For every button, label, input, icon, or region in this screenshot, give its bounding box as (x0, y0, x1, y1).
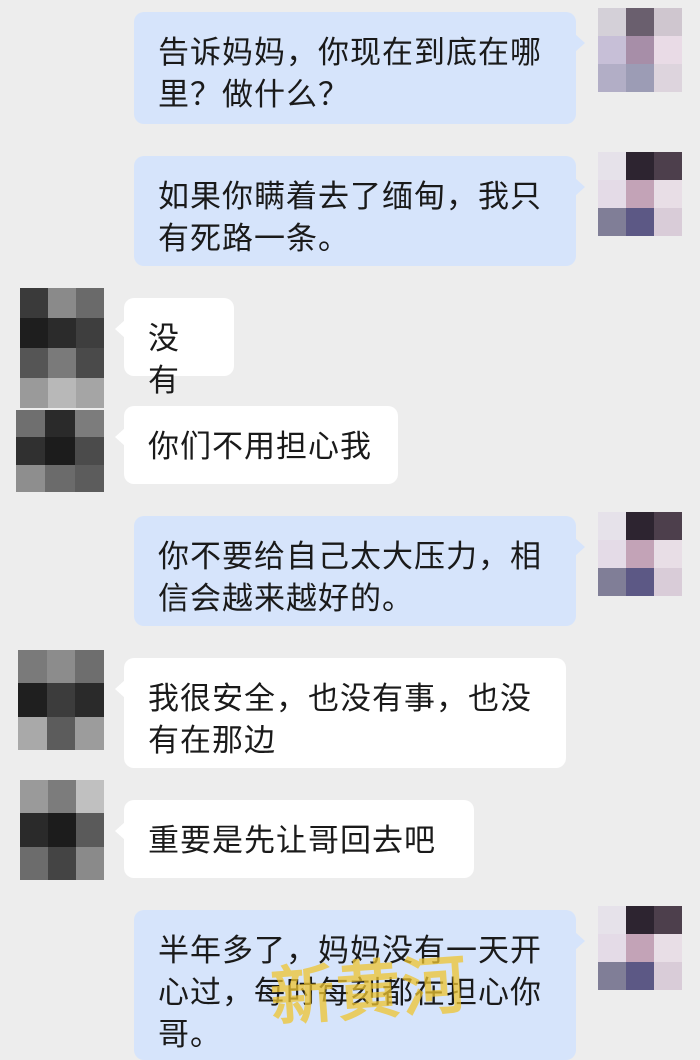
incoming-message-bubble[interactable]: 重要是先让哥回去吧 (115, 800, 474, 878)
bubble-tail (115, 428, 125, 446)
message-text: 你们不用担心我 (148, 429, 372, 465)
outgoing-message-bubble[interactable]: 你不要给自己太大压力，相信会越来越好的。 (134, 516, 585, 626)
son-avatar[interactable] (20, 780, 104, 880)
son-avatar[interactable] (16, 410, 104, 492)
bubble-tail (115, 680, 125, 698)
message-text: 重要是先让哥回去吧 (148, 823, 436, 859)
mother-avatar[interactable] (598, 8, 682, 92)
message-text: 没有 (148, 321, 180, 399)
bubble-tail (575, 538, 585, 556)
incoming-message-bubble[interactable]: 没有 (115, 298, 234, 399)
message-text: 告诉妈妈，你现在到底在哪里？做什么？ (158, 35, 542, 113)
message-text: 我很安全，也没有事，也没有在那边 (148, 681, 532, 759)
incoming-message-bubble[interactable]: 你们不用担心我 (115, 406, 398, 484)
mother-avatar[interactable] (598, 906, 682, 990)
message-text: 你不要给自己太大压力，相信会越来越好的。 (158, 539, 542, 617)
mother-avatar[interactable] (598, 512, 682, 596)
message-text: 半年多了，妈妈没有一天开心过，每时每刻都在担心你哥。 (158, 933, 542, 1053)
bubble-tail (575, 34, 585, 52)
outgoing-message-bubble[interactable]: 告诉妈妈，你现在到底在哪里？做什么？ (134, 12, 585, 124)
son-avatar[interactable] (18, 650, 104, 750)
bubble-tail (115, 822, 125, 840)
outgoing-message-bubble[interactable]: 如果你瞒着去了缅甸，我只有死路一条。 (134, 156, 585, 266)
bubble-tail (115, 320, 125, 338)
message-text: 如果你瞒着去了缅甸，我只有死路一条。 (158, 179, 542, 257)
mother-avatar[interactable] (598, 152, 682, 236)
son-avatar[interactable] (20, 288, 104, 408)
outgoing-message-bubble[interactable]: 半年多了，妈妈没有一天开心过，每时每刻都在担心你哥。 (134, 910, 585, 1060)
incoming-message-bubble[interactable]: 我很安全，也没有事，也没有在那边 (115, 658, 566, 768)
bubble-tail (575, 932, 585, 950)
bubble-tail (575, 178, 585, 196)
